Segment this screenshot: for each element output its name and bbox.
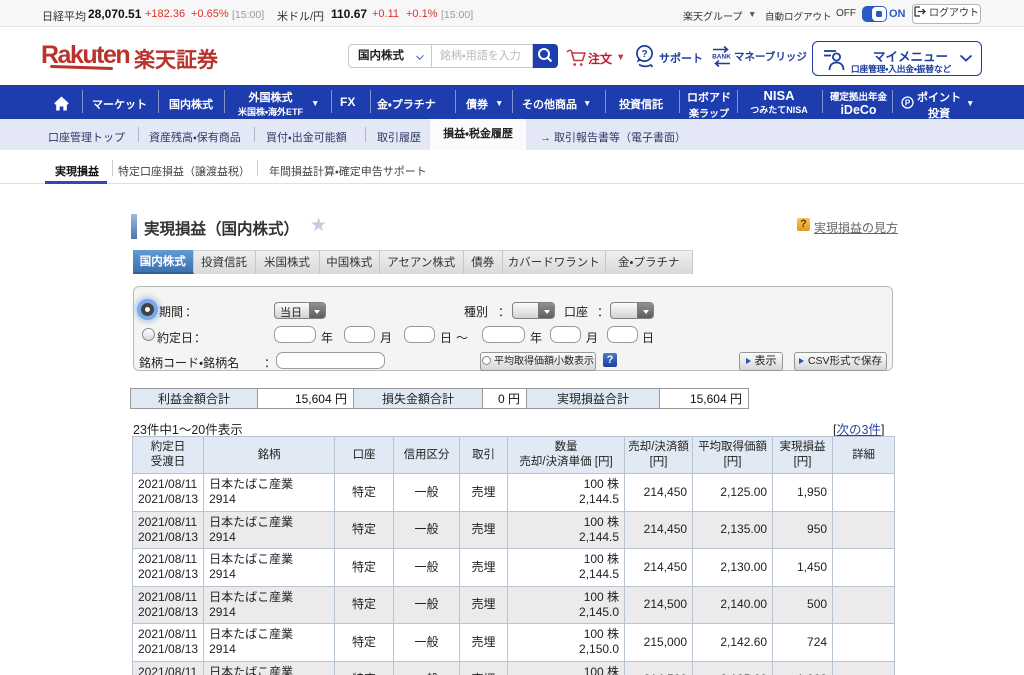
svg-text:P: P: [905, 99, 911, 108]
svg-text:BANK: BANK: [712, 54, 731, 61]
svg-text:?: ?: [641, 49, 647, 60]
